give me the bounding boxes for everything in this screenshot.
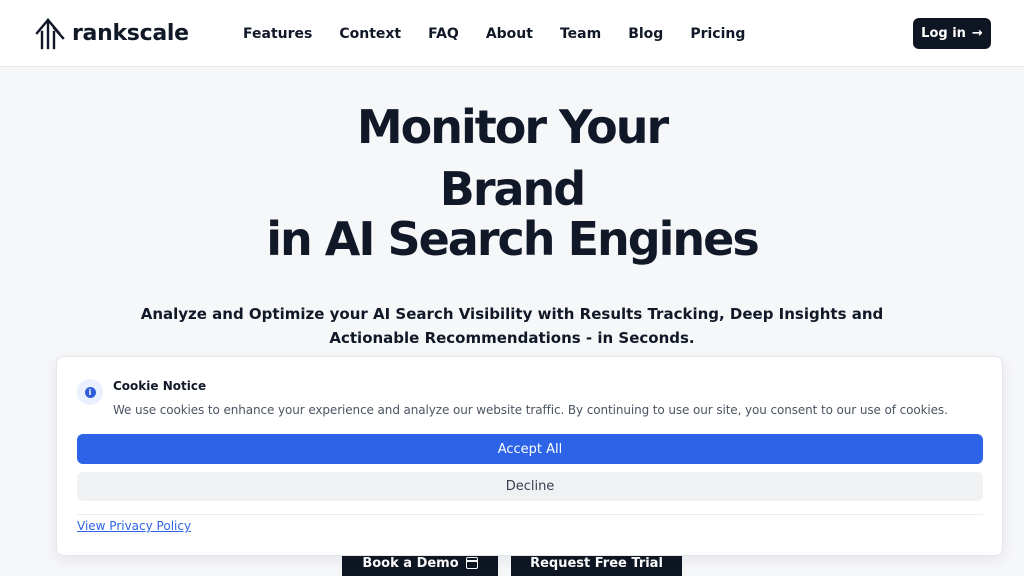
login-label: Log in bbox=[921, 26, 966, 41]
arrow-right-icon: → bbox=[971, 26, 983, 41]
privacy-policy-link[interactable]: View Privacy Policy bbox=[77, 519, 191, 533]
rankscale-logo-icon bbox=[35, 18, 65, 50]
page: rankscale Features Context FAQ About Tea… bbox=[0, 0, 1024, 576]
hero-title-line-3: in AI Search Engines bbox=[266, 212, 760, 266]
cookie-notice: i Cookie Notice We use cookies to enhanc… bbox=[56, 356, 1003, 556]
book-demo-label: Book a Demo bbox=[362, 556, 459, 571]
calendar-icon bbox=[465, 557, 478, 569]
info-icon: i bbox=[77, 379, 103, 405]
cookie-divider bbox=[77, 514, 983, 515]
nav-link-about[interactable]: About bbox=[486, 26, 533, 42]
accept-all-button[interactable]: Accept All bbox=[77, 434, 983, 464]
nav-link-faq[interactable]: FAQ bbox=[428, 26, 459, 42]
nav-links: Features Context FAQ About Team Blog Pri… bbox=[243, 22, 772, 46]
hero-title-line-1: Monitor Your bbox=[356, 100, 669, 154]
cookie-message: We use cookies to enhance your experienc… bbox=[113, 403, 948, 417]
brand-name: rankscale bbox=[72, 20, 189, 46]
nav-link-context[interactable]: Context bbox=[339, 26, 401, 42]
hero-subtitle-line-2: Actionable Recommendations - in Seconds. bbox=[329, 329, 695, 347]
top-nav: rankscale Features Context FAQ About Tea… bbox=[0, 0, 1024, 67]
nav-link-features[interactable]: Features bbox=[243, 26, 312, 42]
cookie-title: Cookie Notice bbox=[113, 379, 207, 393]
nav-link-blog[interactable]: Blog bbox=[628, 26, 663, 42]
login-button[interactable]: Log in → bbox=[913, 18, 991, 49]
decline-button[interactable]: Decline bbox=[77, 472, 983, 501]
hero-subtitle-line-1: Analyze and Optimize your AI Search Visi… bbox=[140, 305, 884, 323]
nav-link-team[interactable]: Team bbox=[560, 26, 601, 42]
request-trial-label: Request Free Trial bbox=[530, 556, 663, 571]
hero-title-line-2: Brand bbox=[439, 162, 586, 216]
brand-logo[interactable]: rankscale bbox=[34, 16, 189, 50]
nav-link-pricing[interactable]: Pricing bbox=[690, 26, 745, 42]
